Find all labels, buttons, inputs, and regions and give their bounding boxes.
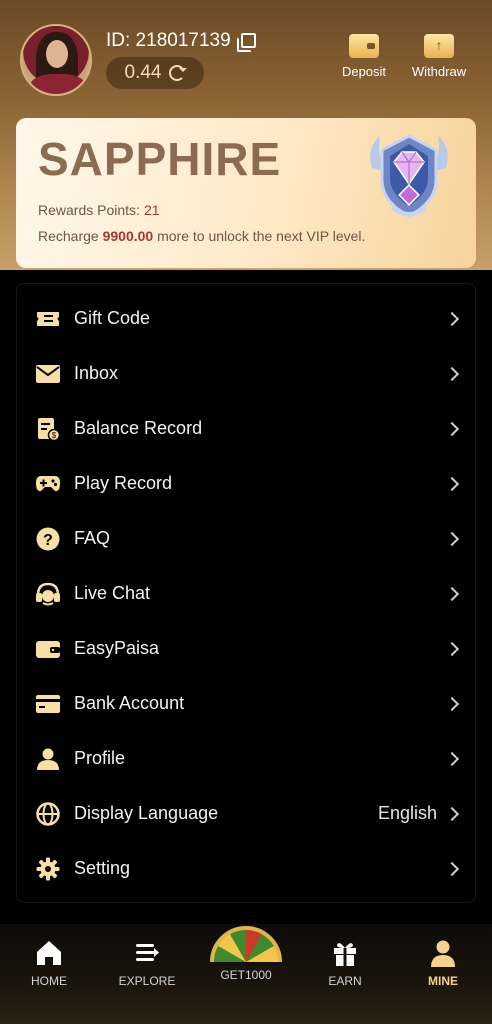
ticket-icon bbox=[35, 306, 61, 332]
menu-item-label: Play Record bbox=[74, 473, 173, 493]
refresh-icon[interactable] bbox=[169, 65, 188, 81]
receipt-icon: $ bbox=[35, 416, 61, 442]
nav-explore[interactable]: EXPLORE bbox=[107, 938, 187, 988]
menu-item-profile[interactable]: Profile bbox=[17, 731, 477, 786]
menu-item-easypaisa[interactable]: EasyPaisa bbox=[17, 621, 477, 676]
menu-item-label: Bank Account bbox=[74, 693, 185, 713]
user-id-row: ID: 218017139 bbox=[106, 30, 256, 52]
chevron-right-icon bbox=[444, 861, 460, 876]
nav-earn[interactable]: EARN bbox=[305, 938, 385, 988]
menu-item-label: Profile bbox=[74, 748, 126, 768]
menu-list: Gift Code Inbox $ Balance Record Play Re… bbox=[16, 283, 476, 903]
prize-wheel-icon[interactable] bbox=[210, 926, 282, 962]
menu-item-bank-account[interactable]: Bank Account bbox=[17, 676, 477, 731]
chevron-right-icon bbox=[444, 751, 460, 766]
rewards-points: Rewards Points: 21 bbox=[38, 202, 160, 218]
menu-item-label: Display Language bbox=[74, 803, 219, 823]
withdraw-icon bbox=[424, 34, 454, 58]
home-icon bbox=[34, 938, 64, 968]
menu-item-label: Balance Record bbox=[74, 418, 203, 438]
nav-label: EXPLORE bbox=[118, 974, 176, 988]
copy-icon[interactable] bbox=[236, 33, 256, 52]
svg-text:?: ? bbox=[43, 532, 53, 549]
recharge-suffix: more to unlock the next VIP level. bbox=[157, 228, 366, 244]
chevron-right-icon bbox=[444, 476, 460, 491]
person-icon bbox=[35, 746, 61, 772]
vip-level-title: SAPPHIRE bbox=[38, 133, 282, 185]
chevron-right-icon bbox=[444, 696, 460, 711]
menu-item-label: Live Chat bbox=[74, 583, 151, 603]
nav-label: EARN bbox=[328, 974, 362, 988]
nav-get1000[interactable]: GET1000 bbox=[206, 968, 286, 982]
user-id-text: ID: 218017139 bbox=[106, 30, 231, 51]
nav-label: HOME bbox=[31, 974, 67, 988]
chevron-right-icon bbox=[444, 366, 460, 381]
menu-item-balance-record[interactable]: $ Balance Record bbox=[17, 401, 477, 456]
menu-item-label: Setting bbox=[74, 858, 131, 878]
menu-item-gift-code[interactable]: Gift Code bbox=[17, 291, 477, 346]
menu-item-display-language[interactable]: Display Language English bbox=[17, 786, 477, 841]
menu-item-label: FAQ bbox=[74, 528, 111, 548]
svg-text:$: $ bbox=[52, 431, 57, 440]
globe-icon bbox=[35, 801, 61, 827]
nav-home[interactable]: HOME bbox=[9, 938, 89, 988]
nav-label: GET1000 bbox=[220, 968, 272, 982]
rewards-points-value: 21 bbox=[143, 202, 160, 218]
recharge-hint: Recharge 9900.00 more to unlock the next… bbox=[38, 228, 365, 244]
explore-icon bbox=[132, 938, 162, 968]
recharge-amount: 9900.00 bbox=[102, 228, 154, 244]
gamepad-icon bbox=[35, 471, 61, 497]
menu-item-label: EasyPaisa bbox=[74, 638, 160, 658]
chevron-right-icon bbox=[444, 586, 460, 601]
menu-item-live-chat[interactable]: Live Chat bbox=[17, 566, 477, 621]
balance-value: 0.44 bbox=[124, 62, 162, 83]
person-icon bbox=[428, 938, 458, 968]
gift-icon bbox=[330, 938, 360, 968]
chevron-right-icon bbox=[444, 311, 460, 326]
vip-card[interactable]: SAPPHIRE Rewards Points: 21 Recharge 9900… bbox=[16, 118, 476, 268]
menu-item-label: Gift Code bbox=[74, 308, 151, 328]
recharge-prefix: Recharge bbox=[38, 228, 99, 244]
headset-icon bbox=[35, 581, 61, 607]
question-icon: ? bbox=[35, 526, 61, 552]
menu-item-label: Inbox bbox=[74, 363, 119, 383]
withdraw-button[interactable]: Withdraw bbox=[404, 34, 474, 79]
nav-mine[interactable]: MINE bbox=[403, 938, 483, 988]
sapphire-badge-icon bbox=[370, 134, 448, 218]
wallet-icon bbox=[349, 34, 379, 58]
menu-item-play-record[interactable]: Play Record bbox=[17, 456, 477, 511]
chevron-right-icon bbox=[444, 806, 460, 821]
chevron-right-icon bbox=[444, 421, 460, 436]
deposit-button[interactable]: Deposit bbox=[329, 34, 399, 79]
envelope-icon bbox=[35, 361, 61, 387]
card-icon bbox=[35, 691, 61, 717]
rewards-points-label: Rewards Points: bbox=[38, 202, 140, 218]
gear-icon bbox=[35, 856, 61, 882]
menu-item-inbox[interactable]: Inbox bbox=[17, 346, 477, 401]
withdraw-label: Withdraw bbox=[411, 64, 467, 79]
balance-pill: 0.44 bbox=[106, 57, 204, 89]
nav-label: MINE bbox=[428, 974, 458, 988]
menu-item-faq[interactable]: ? FAQ bbox=[17, 511, 477, 566]
deposit-label: Deposit bbox=[341, 64, 387, 79]
wallet-icon bbox=[35, 636, 61, 662]
chevron-right-icon bbox=[444, 641, 460, 656]
language-value: English bbox=[377, 803, 437, 823]
menu-item-setting[interactable]: Setting bbox=[17, 841, 477, 896]
avatar[interactable] bbox=[20, 24, 92, 96]
chevron-right-icon bbox=[444, 531, 460, 546]
